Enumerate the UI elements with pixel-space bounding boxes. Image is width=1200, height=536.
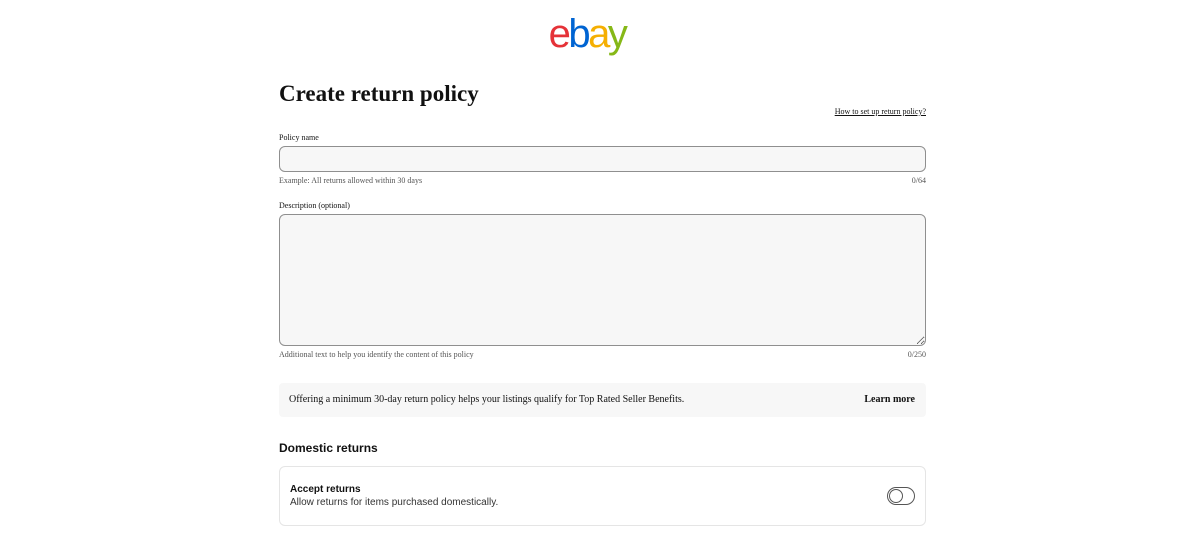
logo-letter-b: b [568,12,590,56]
page-title: Create return policy [279,81,479,106]
accept-returns-card: Accept returns Allow returns for items p… [279,466,926,526]
description-textarea[interactable] [279,214,926,346]
accept-returns-subtitle: Allow returns for items purchased domest… [290,497,499,508]
help-link[interactable]: How to set up return policy? [835,107,926,116]
ebay-logo[interactable]: ebay [548,12,628,56]
banner-text: Offering a minimum 30-day return policy … [289,394,685,405]
policy-name-counter: 0/64 [911,176,926,185]
logo-letter-y: y [607,12,628,56]
accept-returns-toggle[interactable] [887,487,915,505]
policy-name-helper: Example: All returns allowed within 30 d… [279,176,423,185]
domestic-returns-heading: Domestic returns [279,441,378,455]
logo-letter-a: a [588,12,610,56]
header-logo-container: ebay [0,14,1174,54]
logo-letter-e: e [548,12,571,56]
learn-more-link[interactable]: Learn more [864,394,915,405]
top-rated-seller-banner: Offering a minimum 30-day return policy … [279,383,926,417]
description-helper: Additional text to help you identify the… [279,350,474,359]
policy-name-label: Policy name [279,133,319,142]
policy-name-input[interactable] [279,146,926,172]
title-row: Create return policy How to set up retur… [279,80,926,120]
accept-returns-title: Accept returns [290,484,361,495]
description-counter: 0/250 [907,350,926,359]
description-label: Description (optional) [279,201,350,210]
toggle-knob [889,489,903,503]
